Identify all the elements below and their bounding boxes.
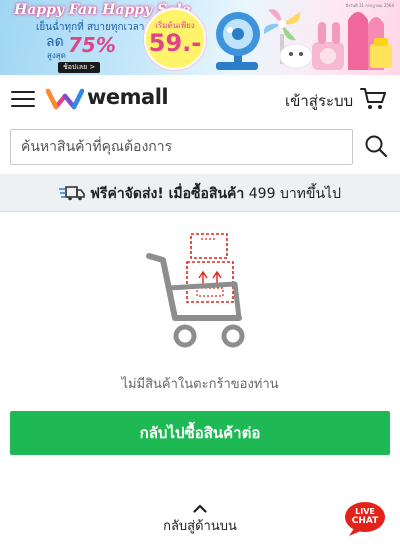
promo-banner[interactable]: Happy Fan Happy Sale เย็นฉ่ำทุกที่ สบายท… xyxy=(0,0,400,75)
shipping-suffix: บาทขึ้นไป xyxy=(279,186,341,202)
banner-note: ถึงวันที่ 31 กรกฎาคม 2564 xyxy=(345,3,394,8)
banner-price-value: 59.- xyxy=(148,29,202,57)
blue-fan-product xyxy=(216,12,260,70)
banner-price-bubble: เริ่มต้นเพียง 59.- xyxy=(144,8,206,70)
wemall-logo-icon[interactable] xyxy=(46,87,84,111)
site-header: wemall เข้าสู่ระบบ xyxy=(0,75,400,123)
box-icon xyxy=(190,233,228,259)
pink-rabbit-fan-product xyxy=(312,22,344,70)
banner-shop-button[interactable]: ช้อปเลย > xyxy=(58,62,101,73)
chat-line-1: LIVE xyxy=(355,507,375,516)
box-icon xyxy=(186,261,234,303)
search-input[interactable] xyxy=(10,129,353,165)
banner-discount-value: 75% xyxy=(68,33,116,57)
login-link[interactable]: เข้าสู่ระบบ xyxy=(285,89,353,113)
pinwheel-fan-product xyxy=(263,9,313,69)
banner-discount-sub: สูงสุด xyxy=(47,51,66,60)
chevron-up-icon xyxy=(193,504,207,513)
empty-cart-message: ไม่มีสินค้าในตะกร้าของท่าน xyxy=(121,377,279,392)
back-to-top-label: กลับสู่ด้านบน xyxy=(163,519,237,534)
shipping-bold-text: ฟรีค่าจัดส่ง! เมื่อซื้อสินค้า xyxy=(90,186,245,202)
logo-wordmark[interactable]: wemall xyxy=(87,85,169,109)
free-shipping-banner: ฟรีค่าจัดส่ง! เมื่อซื้อสินค้า 499 บาทขึ้… xyxy=(0,174,400,212)
chat-line-2: CHAT xyxy=(351,516,379,526)
fast-delivery-truck-icon xyxy=(59,186,85,201)
cart-outline xyxy=(146,253,245,348)
live-chat-button[interactable]: LIVE CHAT xyxy=(343,501,387,537)
continue-shopping-button[interactable]: กลับไปซื้อสินค้าต่อ xyxy=(10,411,390,455)
search-bar xyxy=(10,129,390,165)
back-to-top-link[interactable]: กลับสู่ด้านบน xyxy=(150,504,250,540)
hamburger-menu-icon[interactable] xyxy=(11,89,35,109)
menu-bar xyxy=(11,105,35,107)
search-icon xyxy=(365,135,388,158)
search-button[interactable] xyxy=(363,134,389,160)
menu-bar xyxy=(11,91,35,93)
shipping-amount: 499 xyxy=(248,186,276,202)
banner-products-illustration xyxy=(216,9,392,70)
banner-discount-prefix: ลด xyxy=(46,34,64,50)
menu-bar xyxy=(11,98,35,100)
empty-cart-illustration xyxy=(146,233,245,348)
shopping-cart-icon[interactable] xyxy=(360,87,386,111)
